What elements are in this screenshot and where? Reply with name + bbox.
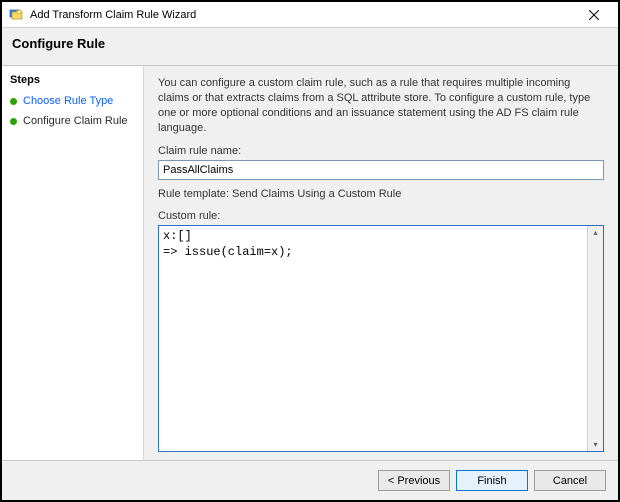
wizard-window: Add Transform Claim Rule Wizard Configur…: [0, 0, 620, 502]
close-button[interactable]: [574, 3, 614, 27]
scroll-up-icon: ▴: [593, 228, 597, 237]
custom-rule-textarea[interactable]: [159, 226, 587, 451]
description-text: You can configure a custom claim rule, s…: [158, 76, 604, 135]
custom-rule-container: ▴ ▾: [158, 225, 604, 452]
claim-rule-name-label: Claim rule name:: [158, 145, 604, 157]
previous-button[interactable]: < Previous: [378, 470, 450, 491]
steps-heading: Steps: [2, 68, 143, 91]
bullet-icon: [10, 118, 17, 125]
step-label: Configure Claim Rule: [23, 115, 128, 127]
claim-rule-name-input[interactable]: [158, 160, 604, 180]
wizard-icon: [8, 7, 24, 23]
vertical-scrollbar[interactable]: ▴ ▾: [587, 226, 603, 451]
cancel-button[interactable]: Cancel: [534, 470, 606, 491]
step-configure-claim-rule[interactable]: Configure Claim Rule: [2, 111, 143, 131]
finish-button[interactable]: Finish: [456, 470, 528, 491]
footer: < Previous Finish Cancel: [2, 460, 618, 500]
scroll-down-icon: ▾: [593, 440, 597, 449]
window-title: Add Transform Claim Rule Wizard: [30, 9, 574, 21]
bullet-icon: [10, 98, 17, 105]
body: Steps Choose Rule Type Configure Claim R…: [2, 65, 618, 460]
step-choose-rule-type[interactable]: Choose Rule Type: [2, 91, 143, 111]
main-panel: You can configure a custom claim rule, s…: [144, 66, 618, 460]
steps-sidebar: Steps Choose Rule Type Configure Claim R…: [2, 66, 144, 460]
rule-template-label: Rule template: Send Claims Using a Custo…: [158, 188, 604, 200]
page-title: Configure Rule: [12, 36, 608, 51]
step-label: Choose Rule Type: [23, 95, 113, 107]
titlebar: Add Transform Claim Rule Wizard: [2, 2, 618, 28]
page-header: Configure Rule: [2, 28, 618, 65]
custom-rule-label: Custom rule:: [158, 210, 604, 222]
